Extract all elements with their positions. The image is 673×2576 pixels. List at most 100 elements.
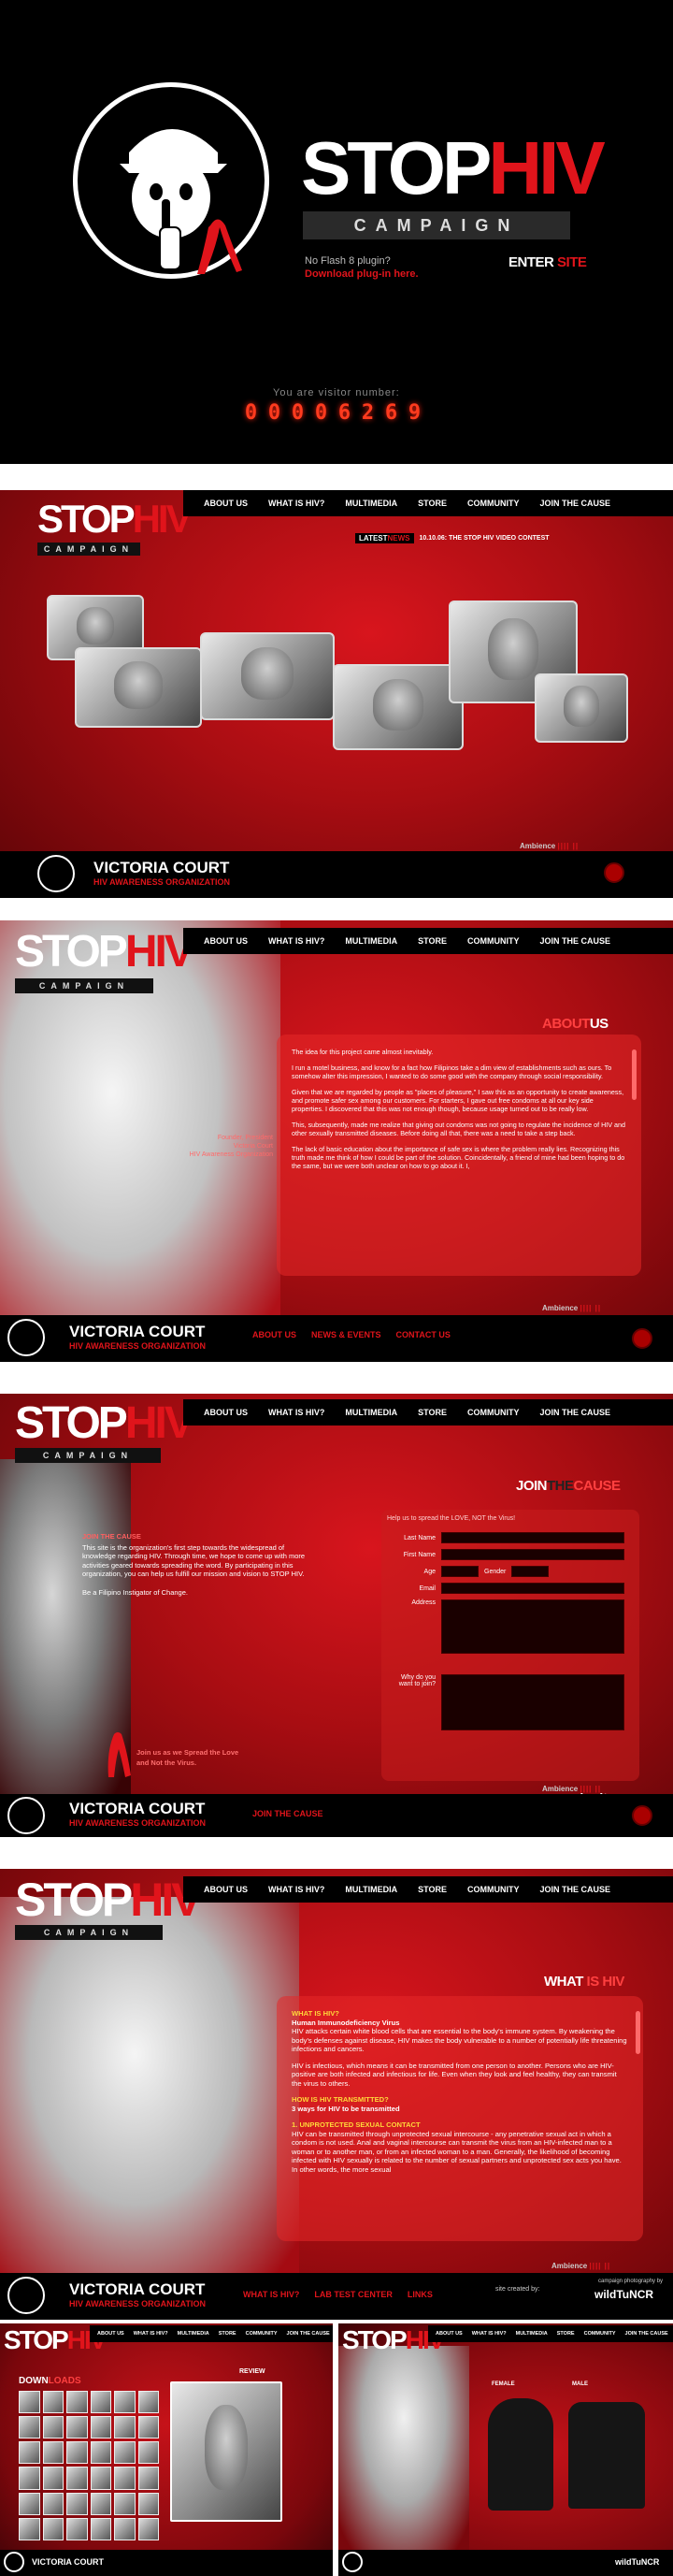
thumbnail[interactable]	[66, 2492, 88, 2515]
thumbnail[interactable]	[42, 2441, 64, 2465]
nav-item[interactable]: ABOUT US	[97, 2331, 124, 2337]
thumbnail[interactable]	[19, 2467, 40, 2490]
nav-item[interactable]: WHAT IS HIV?	[268, 936, 324, 946]
thumbnail[interactable]	[114, 2467, 136, 2490]
ambience-control[interactable]: Ambience |||| ||	[551, 2262, 610, 2270]
age-field[interactable]	[441, 1566, 479, 1577]
thumbnail[interactable]	[137, 2391, 159, 2414]
nav-item[interactable]: WHAT IS HIV?	[472, 2331, 507, 2337]
thumbnail[interactable]	[114, 2416, 136, 2439]
footer-logo[interactable]	[7, 1797, 45, 1834]
address-field[interactable]	[441, 1599, 624, 1654]
thumbnail[interactable]	[19, 2416, 40, 2439]
thumbnail[interactable]	[42, 2391, 64, 2414]
site-logo[interactable]: STOPHIV	[15, 930, 194, 975]
exit-button[interactable]	[632, 1805, 652, 1826]
thumbnail[interactable]	[42, 2517, 64, 2540]
thumbnail[interactable]	[90, 2416, 111, 2439]
nav-item[interactable]: MULTIMEDIA	[345, 936, 397, 946]
thumbnail[interactable]	[66, 2416, 88, 2439]
ambience-control[interactable]: Ambience |||| ||	[542, 1785, 601, 1793]
thumbnail[interactable]	[19, 2441, 40, 2465]
enter-site-button[interactable]: ENTER SITE	[508, 254, 587, 270]
nav-item[interactable]: STORE	[418, 1408, 447, 1417]
nav-item[interactable]: COMMUNITY	[584, 2331, 616, 2337]
male-shirt[interactable]	[568, 2402, 645, 2509]
footer-link[interactable]: WHAT IS HIV?	[243, 2290, 299, 2299]
gallery-photo-6[interactable]	[535, 673, 628, 743]
thumbnail[interactable]	[114, 2492, 136, 2515]
news-item-link[interactable]: 10.10.06: THE STOP HIV VIDEO CONTEST	[420, 535, 550, 542]
thumbnail[interactable]	[66, 2517, 88, 2540]
whatis-scrollbar[interactable]	[636, 2011, 640, 2054]
footer-logo[interactable]	[7, 1319, 45, 1356]
thumbnail[interactable]	[90, 2517, 111, 2540]
nav-item[interactable]: WHAT IS HIV?	[134, 2331, 168, 2337]
thumbnail[interactable]	[137, 2416, 159, 2439]
thumbnail[interactable]	[137, 2467, 159, 2490]
thumbnail[interactable]	[137, 2441, 159, 2465]
thumbnail[interactable]	[19, 2391, 40, 2414]
nav-item[interactable]: COMMUNITY	[467, 1885, 520, 1894]
footer-logo[interactable]	[7, 2277, 45, 2314]
nav-item[interactable]: STORE	[418, 1885, 447, 1894]
nav-item[interactable]: WHAT IS HIV?	[268, 499, 324, 508]
poster-preview[interactable]	[170, 2381, 282, 2522]
thumbnail[interactable]	[90, 2467, 111, 2490]
nav-item[interactable]: STORE	[418, 936, 447, 946]
nav-item[interactable]: COMMUNITY	[467, 936, 520, 946]
gallery-photo-4[interactable]	[333, 664, 464, 750]
thumbnail[interactable]	[90, 2441, 111, 2465]
exit-button[interactable]	[632, 1328, 652, 1349]
footer-link[interactable]: ABOUT US	[252, 1330, 296, 1339]
female-shirt[interactable]	[488, 2398, 553, 2511]
thumbnail[interactable]	[137, 2492, 159, 2515]
footer-link[interactable]: LAB TEST CENTER	[314, 2290, 393, 2299]
footer-logo[interactable]	[4, 2552, 24, 2572]
nav-item[interactable]: ABOUT US	[204, 499, 248, 508]
ambience-control[interactable]: Ambience |||| ||	[542, 1304, 601, 1312]
nav-item[interactable]: COMMUNITY	[467, 1408, 520, 1417]
thumbnail[interactable]	[42, 2416, 64, 2439]
about-scrollbar[interactable]	[632, 1049, 637, 1100]
why-field[interactable]	[441, 1674, 624, 1730]
nav-item[interactable]: COMMUNITY	[467, 499, 520, 508]
nav-item[interactable]: JOIN THE CAUSE	[540, 1885, 611, 1894]
nav-item[interactable]: WHAT IS HIV?	[268, 1885, 324, 1894]
nav-item[interactable]: JOIN THE CAUSE	[625, 2331, 668, 2337]
gallery-photo-2[interactable]	[75, 647, 202, 728]
thumbnail[interactable]	[66, 2467, 88, 2490]
footer-link[interactable]: LINKS	[408, 2290, 433, 2299]
nav-item[interactable]: ABOUT US	[204, 1885, 248, 1894]
thumbnail[interactable]	[90, 2391, 111, 2414]
nav-item[interactable]: JOIN THE CAUSE	[540, 936, 611, 946]
nav-item[interactable]: STORE	[557, 2331, 575, 2337]
site-logo[interactable]: STOPHIV	[15, 1401, 194, 1446]
last-name-field[interactable]	[441, 1532, 624, 1543]
thumbnail[interactable]	[19, 2492, 40, 2515]
nav-item[interactable]: JOIN THE CAUSE	[287, 2331, 330, 2337]
exit-button[interactable]	[604, 862, 624, 883]
nav-item[interactable]: JOIN THE CAUSE	[540, 1408, 611, 1417]
nav-item[interactable]: COMMUNITY	[246, 2331, 278, 2337]
footer-link[interactable]: NEWS & EVENTS	[311, 1330, 381, 1339]
thumbnail[interactable]	[137, 2517, 159, 2540]
footer-link[interactable]: CONTACT US	[396, 1330, 451, 1339]
footer-link[interactable]: JOIN THE CAUSE	[252, 1809, 323, 1818]
thumbnail[interactable]	[66, 2391, 88, 2414]
thumbnail[interactable]	[42, 2467, 64, 2490]
nav-item[interactable]: WHAT IS HIV?	[268, 1408, 324, 1417]
nav-item[interactable]: ABOUT US	[204, 1408, 248, 1417]
nav-item[interactable]: JOIN THE CAUSE	[540, 499, 611, 508]
download-plugin-link[interactable]: Download plug-in here.	[305, 268, 419, 281]
nav-item[interactable]: MULTIMEDIA	[345, 499, 397, 508]
site-logo[interactable]: STOPHIV	[37, 499, 193, 539]
nav-item[interactable]: MULTIMEDIA	[178, 2331, 209, 2337]
nav-item[interactable]: MULTIMEDIA	[345, 1885, 397, 1894]
thumbnail[interactable]	[19, 2517, 40, 2540]
email-field[interactable]	[441, 1583, 624, 1594]
nav-item[interactable]: STORE	[219, 2331, 236, 2337]
thumbnail[interactable]	[114, 2517, 136, 2540]
thumbnail[interactable]	[114, 2391, 136, 2414]
first-name-field[interactable]	[441, 1549, 624, 1560]
